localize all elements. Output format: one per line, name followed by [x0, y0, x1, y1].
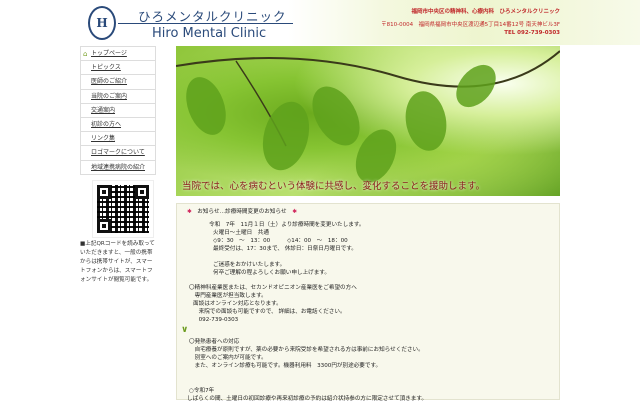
notice-line: ◇9：30 〜 13：00 ◇14：00 〜 18：00 [213, 238, 348, 244]
nav-clinic-info[interactable]: 当院のご案内 [80, 89, 156, 104]
notice-line: 令和 7年 11月１日（土）より診療時間を変更いたします。 [209, 222, 365, 228]
nav-logo-mark[interactable]: ロゴマークについて [80, 146, 156, 161]
clinic-logo[interactable]: H [88, 6, 116, 40]
nav-doctor[interactable]: 医師のご紹介 [80, 75, 156, 90]
notice-line: 専門産業医が担当致します。 [189, 293, 267, 299]
nav-top[interactable]: ⌂ トップページ [80, 47, 156, 62]
notice-line: 〇発熱患者への対応 [189, 339, 240, 345]
notice-line: 面談はオンライン対応となります。 [193, 301, 282, 307]
notice-title: お知らせ…診療時間変更のお知らせ [197, 209, 287, 215]
notice-line: 自宅療養が原則ですが、薬の必要から来院受診を希望される方は事前にお知らせください… [189, 347, 424, 353]
notice-line: ご迷惑をおかけいたします。 [213, 262, 286, 268]
nav-first-visit[interactable]: 初診の方へ [80, 117, 156, 133]
notice-line: 最終受付は、17：30まで、 休診日：日祭日月曜日です。 [213, 246, 357, 252]
hero-caption: 当院では、心を病むという体験に共感し、変化することを援助します。 [182, 181, 486, 192]
star-icon: ✱ [187, 209, 192, 215]
leaf-branch-graphic [176, 50, 560, 183]
notice-line: 別室へのご案内が可能です。 [189, 355, 267, 361]
home-icon: ⌂ [83, 50, 88, 58]
header: H ひろメンタルクリニック Hiro Mental Clinic 福岡市中央区の… [0, 0, 640, 45]
nav-topics[interactable]: トピックス [80, 61, 156, 76]
notice-line: 火曜日〜土曜日 共通 [213, 230, 269, 236]
nav-links[interactable]: リンク集 [80, 132, 156, 147]
star-icon: ✱ [292, 209, 297, 215]
nav-access[interactable]: 交通案内 [80, 103, 156, 118]
nav-label: トップページ [91, 50, 127, 57]
nav-partner-hospitals[interactable]: 地域連携病院の紹介 [80, 160, 156, 175]
sidebar-nav: ⌂ トップページ トピックス 医師のご紹介 当院のご案内 交通案内 初診の方へ リ… [80, 46, 156, 175]
header-tel: TEL 092-739-0303 [504, 30, 560, 36]
chevron-down-icon: ∨ [181, 325, 189, 335]
qr-note: ■上記QRコードを読み取っていただきますと、一般の携帯からは携帯サイトが、スマー… [80, 241, 155, 283]
divider [118, 23, 293, 24]
notice-line: ○令和7年 [189, 388, 215, 394]
notice-panel: ✱ お知らせ…診療時間変更のお知らせ ✱ 令和 7年 11月１日（土）より診療時… [176, 203, 560, 402]
notice-line: 来院での面談も可能ですので、 詳細は、お電話ください。 [193, 309, 346, 315]
header-address: 〒810-0004 福岡県福岡市中央区渡辺通5丁目14番12号 南天神ビル3F [381, 22, 560, 28]
clinic-name-en: Hiro Mental Clinic [152, 26, 267, 41]
hero-image [176, 46, 560, 196]
header-tagline: 福岡市中央区の精神科、心療内科 ひろメンタルクリニック [411, 9, 560, 15]
notice-line: 何卒ご理解の程よろしくお願い申し上げます。 [213, 270, 330, 276]
notice-line: しばらくの間、土曜日の初回診療や再来初診療の予約は紹介状持参の方に限定させて頂き… [187, 396, 427, 402]
notice-line: 〇精神科産業医または、セカンドオピニオン産業医をご希望の方へ [189, 285, 357, 291]
notice-line: また、オンライン診療も可能です。機器利用料 3300円が別途必要です。 [189, 363, 382, 369]
notice-phone: 092-739-0303 [193, 317, 239, 323]
qr-code [92, 180, 154, 238]
